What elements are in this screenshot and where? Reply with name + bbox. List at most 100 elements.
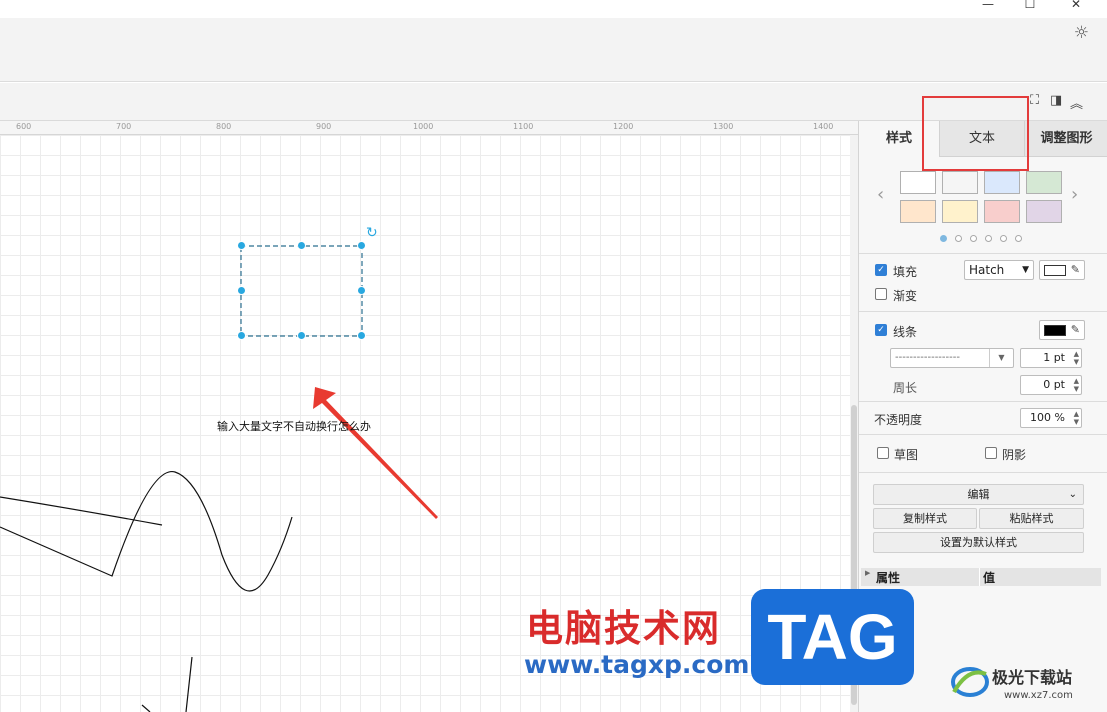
style-swatch[interactable] (1026, 171, 1062, 194)
line-color-button[interactable]: ✎ (1039, 320, 1085, 340)
fill-checkbox[interactable]: ✓ (875, 264, 887, 276)
fill-color-button[interactable]: ✎ (1039, 260, 1085, 280)
style-swatch[interactable] (900, 200, 936, 223)
line-checkbox[interactable]: ✓ (875, 324, 887, 336)
resize-handle[interactable] (237, 241, 246, 250)
gradient-label: 渐变 (893, 289, 918, 303)
shadow-label: 阴影 (1002, 448, 1027, 462)
copy-style-button[interactable]: 复制样式 (873, 508, 977, 529)
line-dash-select[interactable]: ------------------ ▼ (890, 348, 1014, 368)
resize-handle[interactable] (297, 331, 306, 340)
shape-label[interactable]: 输入大量文字不自动换行怎么办 (217, 418, 371, 434)
close-button[interactable]: ✕ (1066, 0, 1086, 15)
fill-pattern-select[interactable]: Hatch ▼ (964, 260, 1034, 280)
chevron-left-icon[interactable]: ‹ (877, 184, 884, 205)
color-picker-icon: ✎ (1070, 323, 1080, 336)
perimeter-value: 0 pt (1043, 378, 1065, 391)
stepper-icon[interactable]: ▲ ▼ (1074, 410, 1079, 426)
chevron-down-icon: ▼ (989, 349, 1013, 367)
pointer-arrow (313, 387, 438, 519)
ruler-tick: 700 (116, 122, 132, 131)
page-dot[interactable] (970, 235, 977, 242)
line-label: 线条 (893, 325, 918, 339)
ruler-tick: 1400 (813, 122, 834, 131)
curve-shape[interactable] (0, 471, 293, 592)
properties-header[interactable]: ▶ 属性 值 (861, 568, 1101, 586)
tab-arrange[interactable]: 调整图形 (1024, 121, 1107, 157)
chevron-down-icon: ⌄ (1068, 489, 1077, 500)
drawing-canvas[interactable]: 输入大量文字不自动换行怎么办 (0, 135, 850, 712)
divider (859, 311, 1107, 312)
page-dot[interactable] (1000, 235, 1007, 242)
stepper-icon[interactable]: ▲ ▼ (1074, 377, 1079, 393)
resize-handle[interactable] (357, 331, 366, 340)
style-swatch[interactable] (942, 200, 978, 223)
shadow-checkbox[interactable] (985, 447, 997, 459)
page-dot[interactable] (940, 235, 947, 242)
style-swatch[interactable] (900, 171, 936, 194)
fill-color-preview (1044, 265, 1066, 276)
page-dot[interactable] (955, 235, 962, 242)
sketch-label: 草图 (894, 448, 919, 462)
edit-label: 编辑 (967, 488, 990, 501)
stepper-icon[interactable]: ▲ ▼ (1074, 350, 1079, 366)
watermark-url: www.tagxp.com (524, 650, 750, 679)
page-dot[interactable] (1015, 235, 1022, 242)
divider (859, 253, 1107, 254)
ruler-tick: 800 (216, 122, 232, 131)
property-column-label: 属性 (876, 571, 901, 585)
fill-pattern-value: Hatch (969, 263, 1005, 277)
paste-style-button[interactable]: 粘贴样式 (979, 508, 1084, 529)
rotate-icon[interactable]: ↻ (366, 225, 378, 241)
resize-handle[interactable] (237, 286, 246, 295)
chevron-down-icon: ▼ (1022, 265, 1029, 275)
aurora-logo-icon (951, 667, 989, 697)
gradient-checkbox[interactable] (875, 288, 887, 300)
style-swatch[interactable] (1026, 200, 1062, 223)
line-shape[interactable] (185, 656, 193, 712)
resize-handle[interactable] (357, 241, 366, 250)
canvas-drawings (0, 245, 438, 712)
ruler-tick: 600 (16, 122, 32, 131)
page-dot[interactable] (985, 235, 992, 242)
perimeter-input[interactable]: 0 pt ▲ ▼ (1020, 375, 1082, 395)
style-swatch[interactable] (942, 171, 978, 194)
line-width-value: 1 pt (1043, 351, 1065, 364)
resize-handle[interactable] (237, 331, 246, 340)
collapse-icon[interactable]: ︽ (1070, 93, 1083, 112)
ruler-tick: 900 (316, 122, 332, 131)
minimize-button[interactable]: — (978, 0, 998, 15)
set-default-style-button[interactable]: 设置为默认样式 (873, 532, 1084, 553)
maximize-button[interactable]: ☐ (1020, 0, 1040, 15)
value-column-label: 值 (983, 571, 996, 585)
ruler-tick: 1300 (713, 122, 734, 131)
fill-label: 填充 (893, 265, 918, 279)
fullscreen-icon[interactable]: ⛶ (1030, 93, 1039, 108)
divider (859, 434, 1107, 435)
sketch-checkbox[interactable] (877, 447, 889, 459)
line-shape[interactable] (141, 704, 151, 712)
opacity-input[interactable]: 100 % ▲ ▼ (1020, 408, 1082, 428)
edit-select[interactable]: 编辑 ⌄ (873, 484, 1084, 505)
selected-shape[interactable] (240, 245, 363, 337)
divider (859, 472, 1107, 473)
resize-handle[interactable] (297, 241, 306, 250)
line-color-preview (1044, 325, 1066, 336)
horizontal-ruler: 600 700 800 900 1000 1100 1200 1300 1400 (0, 121, 858, 135)
toolbar: ☼ (0, 18, 1107, 82)
chevron-right-icon[interactable]: ▶ (865, 569, 870, 577)
line-width-input[interactable]: 1 pt ▲ ▼ (1020, 348, 1082, 368)
style-swatch[interactable] (984, 171, 1020, 194)
panel-toggle-icon[interactable]: ◨ (1050, 93, 1062, 108)
opacity-label: 不透明度 (874, 413, 923, 427)
watermark-tag-logo: TAG (751, 589, 914, 685)
chevron-right-icon[interactable]: › (1071, 184, 1078, 205)
style-swatch[interactable] (984, 200, 1020, 223)
ruler-tick: 1100 (513, 122, 534, 131)
title-bar: — ☐ ✕ (0, 0, 1107, 18)
resize-handle[interactable] (357, 286, 366, 295)
column-divider (979, 568, 980, 586)
watermark-logo-url: www.xz7.com (1004, 690, 1073, 701)
theme-icon[interactable]: ☼ (1074, 23, 1089, 43)
watermark-title: 电脑技术网 (526, 607, 721, 650)
